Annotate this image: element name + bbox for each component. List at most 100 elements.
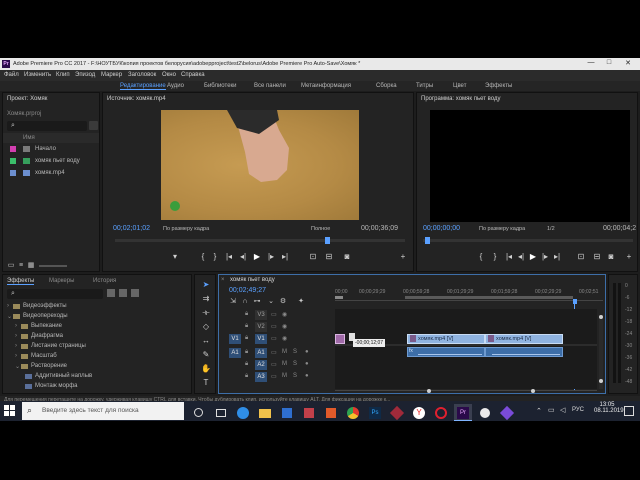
windows-start-icon[interactable] [4, 405, 16, 417]
taskbar-search-input[interactable]: ⌕ Введите здесь текст для поиска [22, 402, 184, 420]
audio-clip[interactable]: fx [407, 347, 485, 357]
lock-icon[interactable]: 🔒︎ [245, 311, 248, 318]
workspace-color[interactable]: Цвет [453, 83, 466, 89]
program-playhead[interactable] [425, 237, 430, 244]
linked-selection-icon[interactable]: ⊶ [253, 298, 261, 306]
store-icon[interactable] [278, 404, 296, 421]
solo-button[interactable]: S [293, 349, 297, 355]
go-to-out-icon[interactable]: ▸| [281, 253, 289, 261]
track-target-a1[interactable]: A1 [255, 348, 267, 358]
app-icon[interactable] [300, 404, 318, 421]
program-scrubber[interactable] [423, 239, 633, 242]
sync-lock-icon[interactable]: ▭ [271, 361, 277, 368]
insert-icon[interactable]: ⊡ [309, 253, 317, 261]
lock-icon[interactable]: 🔒︎ [245, 373, 248, 380]
vscroll-handle-top[interactable] [599, 315, 603, 319]
solo-button[interactable]: S [293, 361, 297, 367]
program-monitor-title[interactable]: Программа: хомяк пьет воду [421, 96, 500, 102]
source-quality-dropdown[interactable]: Полное [311, 226, 330, 232]
go-to-in-icon[interactable]: |◂ [225, 253, 233, 261]
app-icon[interactable] [498, 404, 516, 421]
network-icon[interactable]: ▭ [548, 406, 555, 414]
add-button-icon[interactable]: + [399, 253, 407, 261]
solo-button[interactable]: S [293, 373, 297, 379]
new-bin-icon[interactable] [89, 121, 98, 130]
ripple-edit-tool-icon[interactable]: ⟛ [201, 309, 211, 317]
list-view-icon[interactable]: ≡ [17, 262, 25, 270]
scroll-handle-right[interactable] [531, 389, 535, 393]
source-monitor-title[interactable]: Источник: хомяк.mp4 [107, 96, 166, 102]
workspace-assembly[interactable]: Сборка [376, 83, 397, 89]
export-frame-icon[interactable]: ◙ [607, 253, 615, 261]
chrome-icon[interactable] [344, 404, 362, 421]
microphone-icon[interactable]: ● [305, 361, 309, 367]
menu-title[interactable]: Заголовок [128, 72, 156, 78]
vscroll-handle-bottom[interactable] [599, 379, 603, 383]
program-fit-dropdown[interactable]: По размеру кадра [479, 226, 525, 232]
track-target-v1[interactable]: V1 [255, 334, 267, 344]
lock-icon[interactable]: 🔒︎ [245, 361, 248, 368]
play-icon[interactable]: ▶ [253, 253, 261, 261]
workspace-audio[interactable]: Аудио [167, 83, 184, 89]
go-to-out-icon[interactable]: ▸| [553, 253, 561, 261]
icon-view-icon[interactable]: ▦ [27, 262, 35, 270]
workspace-editing[interactable]: Редактирование [120, 83, 166, 90]
sync-lock-icon[interactable]: ▭ [271, 323, 277, 330]
project-item[interactable]: хомяк пьет воду [3, 156, 99, 167]
cortana-icon[interactable] [190, 404, 208, 421]
microphone-icon[interactable]: ● [305, 349, 309, 355]
workspace-effects[interactable]: Эффекты [485, 83, 512, 89]
timeline-timecode[interactable]: 00;02;49;27 [229, 287, 266, 294]
mute-button[interactable]: M [282, 349, 287, 355]
snap-icon[interactable]: ∩ [241, 298, 249, 306]
yuv-effects-icon[interactable] [131, 289, 139, 297]
in-out-bar[interactable] [405, 296, 573, 299]
mark-out-icon[interactable]: } [211, 253, 219, 261]
project-panel-title[interactable]: Проект: Хомяк [7, 96, 47, 102]
file-explorer-icon[interactable] [256, 404, 274, 421]
program-timecode[interactable]: 00;00;00;00 [423, 225, 460, 232]
export-frame-icon[interactable]: ◙ [343, 253, 351, 261]
source-patch-a1[interactable]: A1 [229, 348, 241, 358]
effects-subfolder[interactable]: › Выпекание [15, 323, 187, 332]
dragged-clip[interactable] [335, 334, 345, 344]
settings-icon[interactable]: ⚙ [279, 298, 287, 306]
track-target-a2[interactable]: A2 [255, 360, 267, 370]
32bit-effects-icon[interactable] [119, 289, 127, 297]
track-select-tool-icon[interactable]: ⇉ [201, 295, 211, 303]
menu-edit[interactable]: Изменить [24, 72, 51, 78]
mark-in-icon[interactable]: { [199, 253, 207, 261]
track-target-v3[interactable]: V3 [255, 310, 267, 320]
close-icon[interactable]: × [221, 277, 225, 283]
scroll-handle-left[interactable] [427, 389, 431, 393]
effects-folder[interactable]: › Видеоэффекты [7, 303, 187, 312]
mark-in-icon[interactable]: { [477, 253, 485, 261]
lock-icon[interactable]: ▭ [7, 262, 15, 270]
premiere-taskbar-icon[interactable]: Pr [454, 404, 472, 421]
ms-office-icon[interactable] [322, 404, 340, 421]
lock-icon[interactable]: 🔒︎ [245, 335, 248, 342]
mute-button[interactable]: M [282, 361, 287, 367]
video-clip[interactable]: хомяк.mp4 [V] [485, 334, 563, 344]
opera-icon[interactable] [432, 404, 450, 421]
accelerated-effects-icon[interactable] [107, 289, 115, 297]
maximize-button[interactable]: □ [603, 59, 615, 69]
effects-search-input[interactable]: ⌕ [7, 289, 103, 299]
video-clip[interactable]: хомяк.mp4 [V] [407, 334, 485, 344]
source-patch-v1[interactable]: V1 [229, 334, 241, 344]
close-button[interactable]: ✕ [622, 59, 634, 69]
effects-folder[interactable]: ⌄ Видеопереходы [7, 313, 187, 322]
razor-tool-icon[interactable]: ◇ [201, 323, 211, 331]
step-forward-icon[interactable]: |▸ [541, 253, 549, 261]
app-icon[interactable] [388, 404, 406, 421]
yandex-browser-icon[interactable]: Y [410, 404, 428, 421]
track-target-a3[interactable]: A3 [255, 372, 267, 382]
app-icon[interactable] [476, 404, 494, 421]
workspace-all-panels[interactable]: Все панели [254, 83, 286, 89]
lock-icon[interactable]: 🔒︎ [245, 349, 248, 356]
mute-button[interactable]: M [282, 373, 287, 379]
task-view-icon[interactable] [212, 404, 230, 421]
go-to-in-icon[interactable]: |◂ [505, 253, 513, 261]
timeline-tab[interactable]: × хомяк пьет воду [221, 275, 291, 286]
step-back-icon[interactable]: ◂| [517, 253, 525, 261]
